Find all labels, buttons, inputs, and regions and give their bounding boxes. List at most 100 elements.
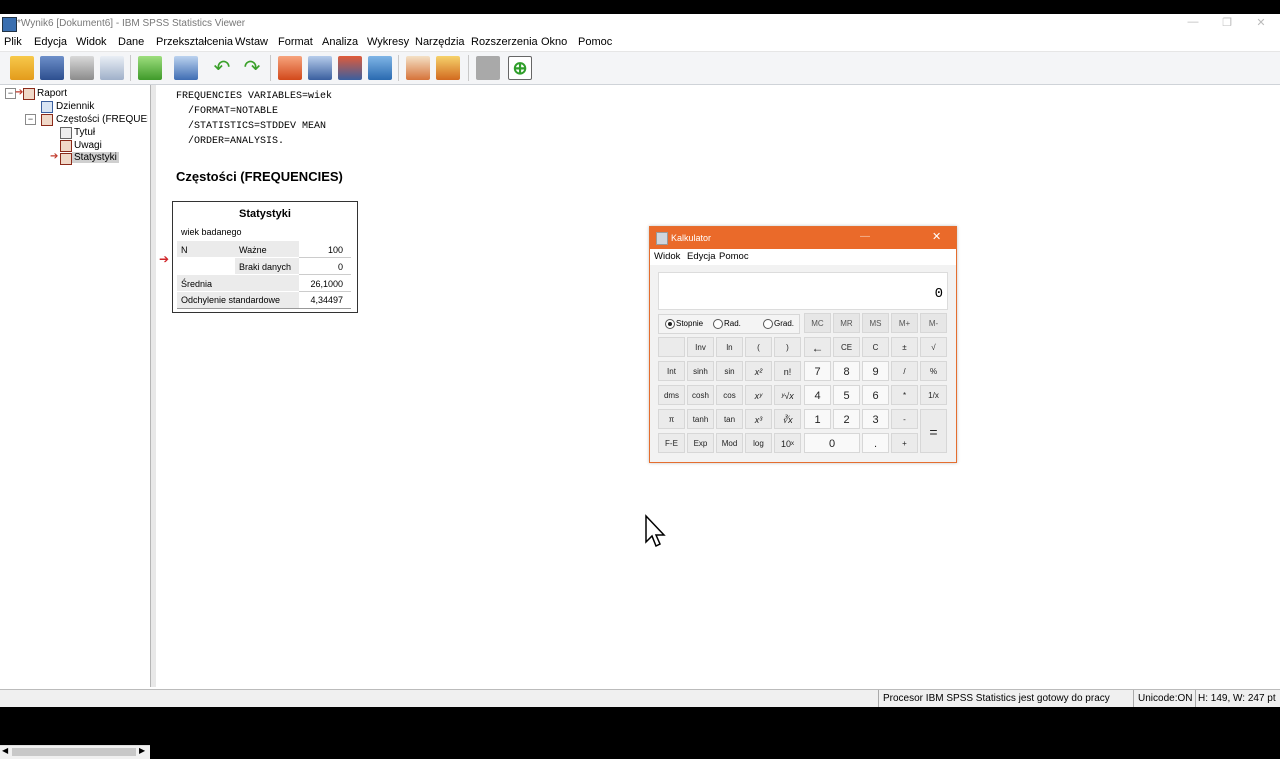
menu-wstaw[interactable]: Wstaw bbox=[235, 36, 268, 48]
statistics-table[interactable]: Statystyki wiek badanego N Ważne 100 Bra… bbox=[172, 201, 358, 313]
menu-rozszerzenia[interactable]: Rozszerzenia bbox=[471, 36, 538, 48]
menu-wykresy[interactable]: Wykresy bbox=[367, 36, 409, 48]
undo-icon[interactable]: ↶ bbox=[210, 56, 234, 80]
calc-button-3[interactable]: 3 bbox=[862, 409, 889, 429]
calc-button-x-squared[interactable]: x² bbox=[745, 361, 772, 381]
open-icon[interactable] bbox=[10, 56, 34, 80]
calc-menu-edycja[interactable]: Edycja bbox=[687, 251, 716, 262]
calc-button-backspace[interactable]: ← bbox=[804, 337, 831, 357]
radio-rad[interactable]: Rad. bbox=[713, 319, 741, 329]
calc-button-factorial[interactable]: n! bbox=[774, 361, 801, 381]
print-preview-icon[interactable] bbox=[100, 56, 124, 80]
export-icon[interactable] bbox=[138, 56, 162, 80]
calc-button-exp[interactable]: Exp bbox=[687, 433, 714, 453]
menu-widok[interactable]: Widok bbox=[76, 36, 107, 48]
calculator-minimize-button[interactable]: — bbox=[860, 231, 870, 242]
calc-button-blank[interactable] bbox=[658, 337, 685, 357]
menu-przeksztalcenia[interactable]: Przekształcenia bbox=[156, 36, 233, 48]
calc-button-c[interactable]: C bbox=[862, 337, 889, 357]
calc-button-minus[interactable]: - bbox=[891, 409, 918, 429]
calculator-title-bar[interactable]: Kalkulator — ✕ bbox=[650, 227, 956, 249]
calc-button-mr[interactable]: MR bbox=[833, 313, 860, 333]
calc-menu-widok[interactable]: Widok bbox=[654, 251, 680, 262]
calc-button-1[interactable]: 1 bbox=[804, 409, 831, 429]
menu-pomoc[interactable]: Pomoc bbox=[578, 36, 612, 48]
calc-button-mc[interactable]: MC bbox=[804, 313, 831, 333]
calc-button-inv[interactable]: Inv bbox=[687, 337, 714, 357]
menu-edycja[interactable]: Edycja bbox=[34, 36, 67, 48]
scroll-right-icon[interactable]: ▶ bbox=[139, 746, 145, 755]
minimize-button[interactable]: — bbox=[1178, 16, 1208, 32]
recall-dialog-icon[interactable] bbox=[174, 56, 198, 80]
horizontal-scrollbar[interactable]: ◀ ▶ bbox=[0, 745, 150, 759]
menu-analiza[interactable]: Analiza bbox=[322, 36, 358, 48]
calc-button-ten-power-x[interactable]: 10ˣ bbox=[774, 433, 801, 453]
calc-button-cosh[interactable]: cosh bbox=[687, 385, 714, 405]
tree-item-dziennik[interactable]: Dziennik bbox=[56, 101, 94, 112]
calc-button-equals[interactable]: = bbox=[920, 409, 947, 453]
calc-button-9[interactable]: 9 bbox=[862, 361, 889, 381]
calculator-window[interactable]: Kalkulator — ✕ Widok Edycja Pomoc 0 Stop… bbox=[649, 226, 957, 463]
calculator-close-button[interactable]: ✕ bbox=[932, 230, 941, 243]
calc-button-sqrt[interactable]: √ bbox=[920, 337, 947, 357]
insert-output-icon[interactable] bbox=[406, 56, 430, 80]
calc-button-percent[interactable]: % bbox=[920, 361, 947, 381]
menu-okno[interactable]: Okno bbox=[541, 36, 567, 48]
calc-button-7[interactable]: 7 bbox=[804, 361, 831, 381]
tree-item-raport[interactable]: Raport bbox=[37, 88, 67, 99]
calc-button-6[interactable]: 6 bbox=[862, 385, 889, 405]
maximize-button[interactable]: ❐ bbox=[1212, 16, 1242, 32]
menu-narzedzia[interactable]: Narzędzia bbox=[415, 36, 465, 48]
collapse-toggle[interactable]: − bbox=[25, 114, 36, 125]
calc-button-int[interactable]: Int bbox=[658, 361, 685, 381]
goto-data-icon[interactable] bbox=[278, 56, 302, 80]
menu-plik[interactable]: Plik bbox=[4, 36, 22, 48]
calc-button-close-paren[interactable]: ) bbox=[774, 337, 801, 357]
calc-button-y-root-x[interactable]: ʸ√x bbox=[774, 385, 801, 405]
tree-item-tytul[interactable]: Tytuł bbox=[74, 127, 95, 138]
calc-button-plus[interactable]: + bbox=[891, 433, 918, 453]
tree-item-czestosci[interactable]: Częstości (FREQUENCIES) bbox=[56, 114, 148, 125]
calc-button-m-plus[interactable]: M+ bbox=[891, 313, 918, 333]
calc-button-sin[interactable]: sin bbox=[716, 361, 743, 381]
calc-button-fe[interactable]: F-E bbox=[658, 433, 685, 453]
calc-button-plus-minus[interactable]: ± bbox=[891, 337, 918, 357]
calc-button-4[interactable]: 4 bbox=[804, 385, 831, 405]
calc-button-reciprocal[interactable]: 1/x bbox=[920, 385, 947, 405]
radio-stopnie[interactable]: Stopnie bbox=[665, 319, 703, 329]
calc-button-tanh[interactable]: tanh bbox=[687, 409, 714, 429]
goto-case-icon[interactable] bbox=[308, 56, 332, 80]
tree-item-uwagi[interactable]: Uwagi bbox=[74, 140, 102, 151]
save-icon[interactable] bbox=[40, 56, 64, 80]
calc-button-ms[interactable]: MS bbox=[862, 313, 889, 333]
calc-button-0[interactable]: 0 bbox=[804, 433, 860, 453]
scroll-thumb[interactable] bbox=[12, 748, 136, 756]
calc-button-m-minus[interactable]: M- bbox=[920, 313, 947, 333]
calc-button-divide[interactable]: / bbox=[891, 361, 918, 381]
scroll-left-icon[interactable]: ◀ bbox=[2, 746, 8, 755]
calc-button-x-cubed[interactable]: x³ bbox=[745, 409, 772, 429]
calc-button-log[interactable]: log bbox=[745, 433, 772, 453]
calc-menu-pomoc[interactable]: Pomoc bbox=[719, 251, 749, 262]
menu-format[interactable]: Format bbox=[278, 36, 313, 48]
calc-button-dms[interactable]: dms bbox=[658, 385, 685, 405]
calc-button-8[interactable]: 8 bbox=[833, 361, 860, 381]
calc-button-decimal[interactable]: . bbox=[862, 433, 889, 453]
calc-button-cube-root[interactable]: ∛x bbox=[774, 409, 801, 429]
variables-icon[interactable] bbox=[368, 56, 392, 80]
redo-icon[interactable]: ↷ bbox=[240, 56, 264, 80]
calc-button-x-power-y[interactable]: xʸ bbox=[745, 385, 772, 405]
calc-button-pi[interactable]: π bbox=[658, 409, 685, 429]
print-icon[interactable] bbox=[70, 56, 94, 80]
calc-button-5[interactable]: 5 bbox=[833, 385, 860, 405]
calc-button-cos[interactable]: cos bbox=[716, 385, 743, 405]
calc-button-open-paren[interactable]: ( bbox=[745, 337, 772, 357]
calc-button-multiply[interactable]: * bbox=[891, 385, 918, 405]
run-script-icon[interactable]: ⊕ bbox=[508, 56, 532, 80]
calc-button-ce[interactable]: CE bbox=[833, 337, 860, 357]
tree-item-statystyki[interactable]: Statystyki bbox=[72, 152, 119, 163]
calc-button-ln[interactable]: ln bbox=[716, 337, 743, 357]
calc-button-mod[interactable]: Mod bbox=[716, 433, 743, 453]
close-button[interactable]: ✕ bbox=[1246, 16, 1276, 32]
menu-dane[interactable]: Dane bbox=[118, 36, 144, 48]
